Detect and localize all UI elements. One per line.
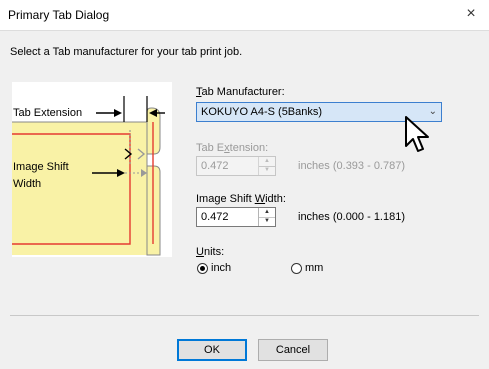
image-shift-width-label: Image Shift Width: (196, 193, 286, 205)
unit-inch-label[interactable]: inch (211, 262, 231, 274)
spin-down-icon[interactable]: ▼ (259, 166, 275, 175)
image-shift-illustration-label-1: Image Shift (13, 161, 69, 173)
tab-extension-label: Tab Extension: (196, 142, 269, 154)
separator (10, 315, 479, 316)
unit-inch-radio[interactable] (197, 263, 208, 274)
image-shift-width-value[interactable]: 0.472 (201, 211, 229, 223)
image-shift-width-spinner[interactable]: 0.472 ▲ ▼ (196, 207, 276, 227)
image-shift-illustration-label-2: Width (13, 178, 42, 190)
mouse-cursor-icon (405, 116, 429, 152)
cancel-button[interactable]: Cancel (258, 339, 328, 361)
tab-manufacturer-label: Tab Manufacturer: (196, 86, 285, 98)
tab-extension-spinner[interactable]: 0.472 ▲ ▼ (196, 156, 276, 176)
instruction-text: Select a Tab manufacturer for your tab p… (10, 46, 243, 58)
tab-extension-range: inches (0.393 - 0.787) (298, 160, 406, 172)
dialog-title: Primary Tab Dialog (8, 8, 110, 22)
unit-mm-radio[interactable] (291, 263, 302, 274)
title-bar: Primary Tab Dialog × (0, 0, 489, 30)
tab-extension-value: 0.472 (201, 160, 229, 172)
tab-extension-illustration-label: Tab Extension (13, 107, 83, 119)
unit-mm-label[interactable]: mm (305, 262, 323, 274)
tab-manufacturer-value: KOKUYO A4-S (5Banks) (201, 106, 323, 118)
tab-illustration: Tab Extension Image Shift Width (12, 82, 172, 257)
units-label: Units: (196, 246, 225, 258)
ok-button[interactable]: OK (177, 339, 247, 361)
image-shift-width-range: inches (0.000 - 1.181) (298, 211, 406, 223)
spin-down-icon[interactable]: ▼ (259, 217, 275, 226)
close-button[interactable]: × (453, 0, 489, 30)
ext-left-arrow-head (114, 109, 122, 117)
radio-selected-dot (200, 266, 205, 271)
